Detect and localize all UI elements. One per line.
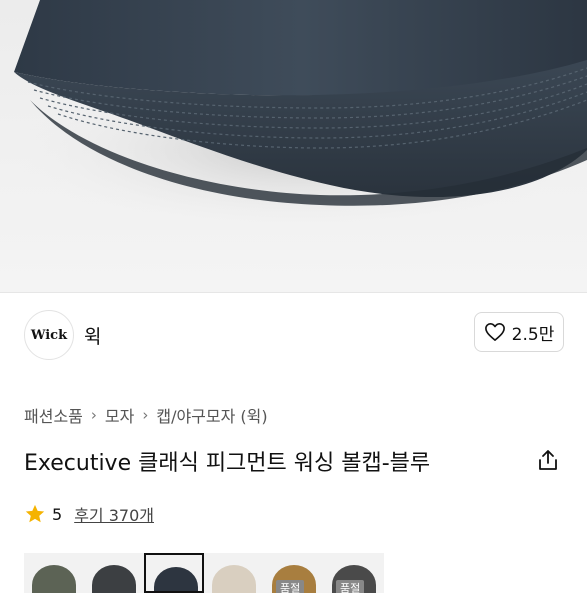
product-title: Executive 클래식 피그먼트 워싱 볼캡-블루 (24, 451, 431, 476)
breadcrumb-item-category[interactable]: 패션소품 (24, 403, 83, 427)
color-thumbnails: 품절 품절 (24, 553, 386, 593)
breadcrumb-item-subcategory[interactable]: 모자 (105, 403, 134, 427)
thumbnail-2[interactable] (84, 553, 144, 593)
review-count-link[interactable]: 후기 370개 (74, 502, 154, 526)
divider (0, 292, 587, 293)
heart-icon (484, 323, 505, 341)
rating-row: 5 후기 370개 (24, 502, 154, 526)
brand-name[interactable]: 윅 (84, 322, 101, 349)
cap-thumbnail-image (92, 565, 136, 593)
chevron-right-icon: › (142, 406, 149, 424)
cap-thumbnail-image (32, 565, 76, 593)
star-icon (25, 504, 45, 523)
like-count: 2.5만 (511, 324, 555, 345)
thumbnail-6[interactable]: 품절 (324, 553, 384, 593)
cap-thumbnail-image (154, 567, 198, 591)
rating-score: 5 (52, 504, 63, 524)
brand-row[interactable]: Wick 윅 2.5만 (24, 306, 564, 362)
cap-thumbnail-image (212, 565, 256, 593)
share-icon[interactable] (536, 448, 560, 472)
chevron-right-icon: › (90, 406, 97, 424)
thumbnail-4[interactable] (204, 553, 264, 593)
thumbnail-1[interactable] (24, 553, 84, 593)
thumbnail-5[interactable]: 품절 (264, 553, 324, 593)
brand-logo[interactable]: Wick (24, 310, 74, 360)
like-button[interactable]: 2.5만 (474, 312, 564, 352)
breadcrumb: 패션소품 › 모자 › 캡/야구모자 (윅) (24, 403, 268, 427)
breadcrumb-item-current[interactable]: 캡/야구모자 (윅) (156, 403, 267, 427)
thumbnail-3-selected[interactable] (144, 553, 204, 593)
cap-image (10, 0, 587, 230)
product-image[interactable] (0, 0, 587, 292)
